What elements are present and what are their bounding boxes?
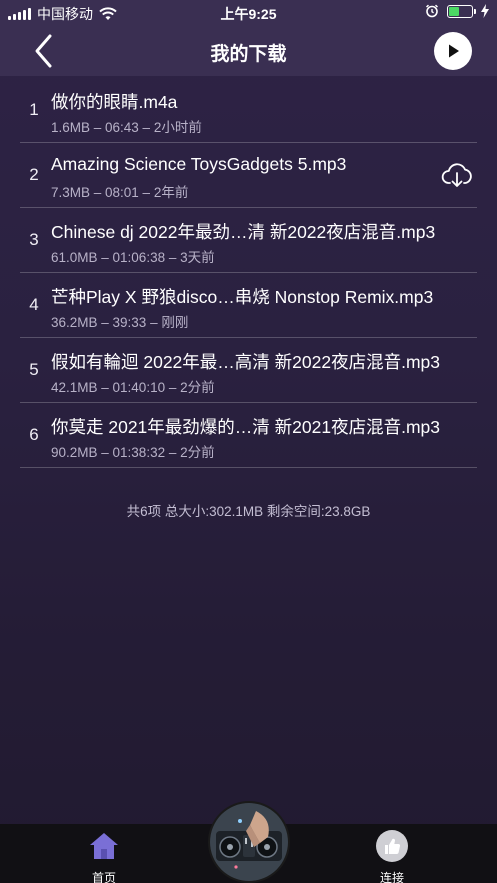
- download-item[interactable]: 6 你莫走 2021年最劲爆的…清 新2021夜店混音.mp3 90.2MB –…: [20, 403, 477, 468]
- download-list: 1 做你的眼睛.m4a 1.6MB – 06:43 – 2小时前 2 Amazi…: [20, 78, 477, 468]
- tab-connect-label: 连接: [379, 871, 404, 883]
- tab-connect[interactable]: 连接: [362, 830, 422, 883]
- tab-home[interactable]: 首页: [74, 830, 134, 883]
- item-title: 你莫走 2021年最劲爆的…清 新2021夜店混音.mp3: [51, 417, 440, 437]
- download-item[interactable]: 2 Amazing Science ToysGadgets 5.mp3 7.3M…: [20, 143, 477, 208]
- download-item[interactable]: 1 做你的眼睛.m4a 1.6MB – 06:43 – 2小时前: [20, 78, 477, 143]
- item-index: 3: [29, 230, 39, 249]
- nav-bar: 我的下载: [0, 26, 497, 76]
- item-title: Chinese dj 2022年最劲…清 新2022夜店混音.mp3: [51, 222, 436, 242]
- thumbs-up-icon: [376, 830, 408, 862]
- item-title: Amazing Science ToysGadgets 5.mp3: [51, 154, 347, 174]
- alarm-icon: [425, 4, 439, 18]
- item-meta: 1.6MB – 06:43 – 2小时前: [51, 120, 202, 135]
- item-meta: 42.1MB – 01:40:10 – 2分前: [51, 380, 215, 395]
- dj-turntable-image: [210, 803, 288, 881]
- storage-summary: 共6项 总大小:302.1MB 剩余空间:23.8GB: [126, 504, 371, 519]
- tab-home-label: 首页: [91, 871, 116, 883]
- play-all-button[interactable]: [434, 32, 472, 70]
- item-index: 4: [29, 295, 39, 314]
- download-item[interactable]: 3 Chinese dj 2022年最劲…清 新2022夜店混音.mp3 61.…: [20, 208, 477, 273]
- status-time: 上午9:25: [220, 6, 277, 22]
- cloud-download-icon: [441, 163, 472, 187]
- item-title: 芒种Play X 野狼disco…串烧 Nonstop Remix.mp3: [51, 287, 434, 307]
- download-item[interactable]: 5 假如有輪迴 2022年最…高清 新2022夜店混音.mp3 42.1MB –…: [20, 338, 477, 403]
- item-index: 1: [29, 100, 39, 119]
- item-index: 6: [29, 425, 39, 444]
- battery-icon: [447, 4, 476, 18]
- item-meta: 7.3MB – 08:01 – 2年前: [51, 185, 189, 200]
- home-icon: [90, 833, 118, 859]
- item-title: 假如有輪迴 2022年最…高清 新2022夜店混音.mp3: [51, 352, 440, 372]
- item-meta: 90.2MB – 01:38:32 – 2分前: [51, 445, 215, 460]
- item-meta: 36.2MB – 39:33 – 刚刚: [51, 315, 189, 330]
- item-meta: 61.0MB – 01:06:38 – 3天前: [51, 250, 215, 265]
- cloud-download-button[interactable]: [441, 161, 473, 189]
- charging-icon: [481, 4, 489, 18]
- dj-disc-button[interactable]: [208, 801, 290, 883]
- status-bar: 中国移动 上午9:25: [0, 0, 497, 26]
- download-item[interactable]: 4 芒种Play X 野狼disco…串烧 Nonstop Remix.mp3 …: [20, 273, 477, 338]
- play-icon: [449, 44, 459, 58]
- item-index: 5: [29, 360, 39, 379]
- page-title: 我的下载: [210, 44, 287, 65]
- item-index: 2: [29, 165, 39, 184]
- status-right: [425, 4, 489, 18]
- item-title: 做你的眼睛.m4a: [51, 92, 178, 112]
